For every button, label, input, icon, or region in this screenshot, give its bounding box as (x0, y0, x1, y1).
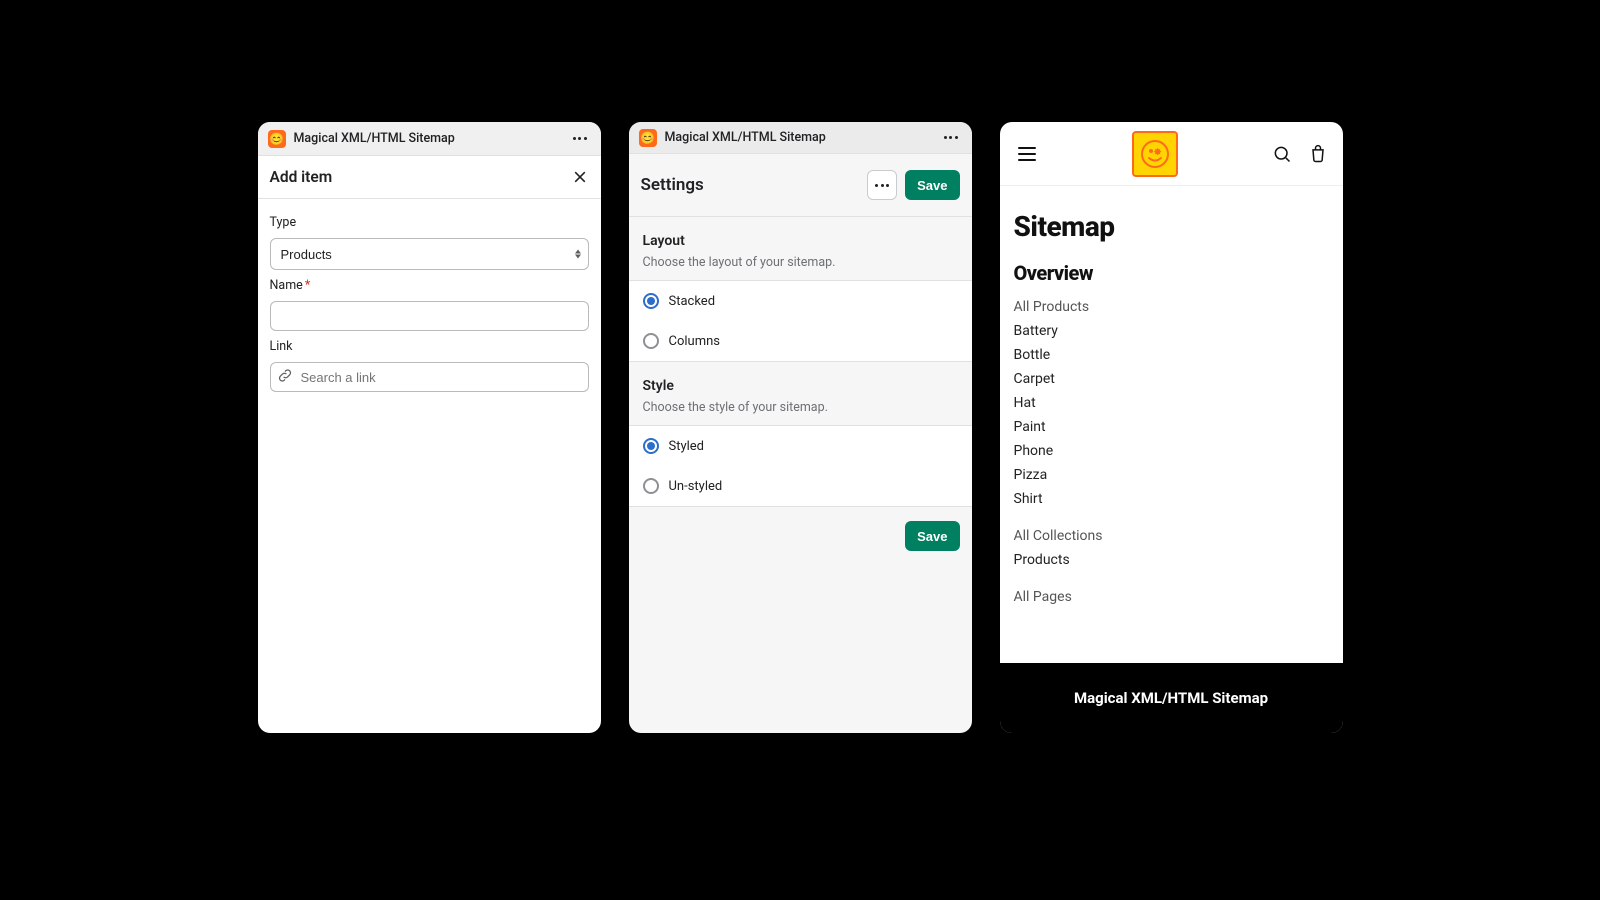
sitemap-link[interactable]: Hat (1014, 393, 1329, 414)
add-item-panel: 😊 Magical XML/HTML Sitemap Add item Type… (258, 122, 601, 733)
style-title: Style (643, 378, 958, 394)
store-logo-icon (1132, 131, 1178, 177)
name-label-text: Name (270, 278, 303, 293)
sitemap-link[interactable]: Shirt (1014, 489, 1329, 510)
sitemap-group: All Collections Products (1014, 526, 1329, 571)
header-more-button[interactable] (867, 170, 897, 200)
sitemap-group-heading[interactable]: All Pages (1014, 587, 1329, 608)
sitemap-link[interactable]: Pizza (1014, 465, 1329, 486)
sitemap-link[interactable]: Products (1014, 550, 1329, 571)
sitemap-link[interactable]: Battery (1014, 321, 1329, 342)
radio-icon (643, 478, 659, 494)
style-option-un-styled[interactable]: Un-styled (629, 466, 972, 506)
link-label: Link (270, 339, 589, 354)
app-logo-icon: 😊 (639, 129, 657, 147)
option-label: Un-styled (669, 479, 723, 494)
store-footer: Magical XML/HTML Sitemap (1000, 663, 1343, 733)
type-select[interactable]: Products (270, 238, 589, 270)
radio-icon (643, 333, 659, 349)
app-title: Magical XML/HTML Sitemap (665, 130, 932, 145)
footer-text: Magical XML/HTML Sitemap (1074, 689, 1268, 707)
radio-icon (643, 293, 659, 309)
settings-header: Settings Save (629, 154, 972, 217)
page-title: Sitemap (1014, 210, 1329, 243)
store-header (1000, 122, 1343, 186)
search-icon[interactable] (1271, 143, 1293, 165)
option-label: Stacked (669, 294, 716, 309)
link-icon (278, 368, 292, 387)
more-icon[interactable] (940, 132, 962, 143)
sitemap-group-heading[interactable]: All Products (1014, 297, 1329, 318)
panel-header: Add item (258, 156, 601, 199)
name-field[interactable] (270, 301, 589, 331)
type-label: Type (270, 215, 589, 230)
sitemap-link[interactable]: Bottle (1014, 345, 1329, 366)
sitemap-group-heading[interactable]: All Collections (1014, 526, 1329, 547)
layout-title: Layout (643, 233, 958, 249)
layout-section: Layout Choose the layout of your sitemap… (629, 217, 972, 362)
radio-icon (643, 438, 659, 454)
app-titlebar: 😊 Magical XML/HTML Sitemap (258, 122, 601, 156)
name-label: Name* (270, 278, 589, 293)
layout-option-columns[interactable]: Columns (629, 321, 972, 361)
option-label: Columns (669, 334, 721, 349)
more-icon[interactable] (569, 133, 591, 144)
sitemap-content: Sitemap Overview All Products Battery Bott… (1000, 186, 1343, 663)
sitemap-link[interactable]: Carpet (1014, 369, 1329, 390)
link-search-input[interactable] (270, 362, 589, 392)
cart-icon[interactable] (1307, 143, 1329, 165)
sitemap-link[interactable]: Paint (1014, 417, 1329, 438)
option-label: Styled (669, 439, 705, 454)
type-select-input[interactable]: Products (270, 238, 589, 270)
storefront-preview-panel: Sitemap Overview All Products Battery Bott… (1000, 122, 1343, 733)
required-asterisk: * (305, 278, 310, 293)
close-icon[interactable] (571, 168, 589, 186)
style-subtitle: Choose the style of your sitemap. (643, 400, 958, 415)
sitemap-group: All Products Battery Bottle Carpet Hat Paint P… (1014, 297, 1329, 510)
sitemap-link[interactable]: Phone (1014, 441, 1329, 462)
layout-option-stacked[interactable]: Stacked (629, 281, 972, 321)
panel-heading: Add item (270, 168, 333, 186)
settings-heading: Settings (641, 175, 704, 195)
app-title: Magical XML/HTML Sitemap (294, 131, 561, 146)
style-option-styled[interactable]: Styled (629, 426, 972, 466)
footer-save-button[interactable]: Save (905, 521, 959, 551)
settings-panel: 😊 Magical XML/HTML Sitemap Settings Save… (629, 122, 972, 733)
menu-icon[interactable] (1014, 143, 1040, 165)
app-logo-icon: 😊 (268, 130, 286, 148)
layout-subtitle: Choose the layout of your sitemap. (643, 255, 958, 270)
sitemap-group: All Pages (1014, 587, 1329, 608)
save-button[interactable]: Save (905, 170, 959, 200)
style-section: Style Choose the style of your sitemap. … (629, 362, 972, 507)
app-titlebar: 😊 Magical XML/HTML Sitemap (629, 122, 972, 154)
overview-heading: Overview (1014, 261, 1329, 285)
